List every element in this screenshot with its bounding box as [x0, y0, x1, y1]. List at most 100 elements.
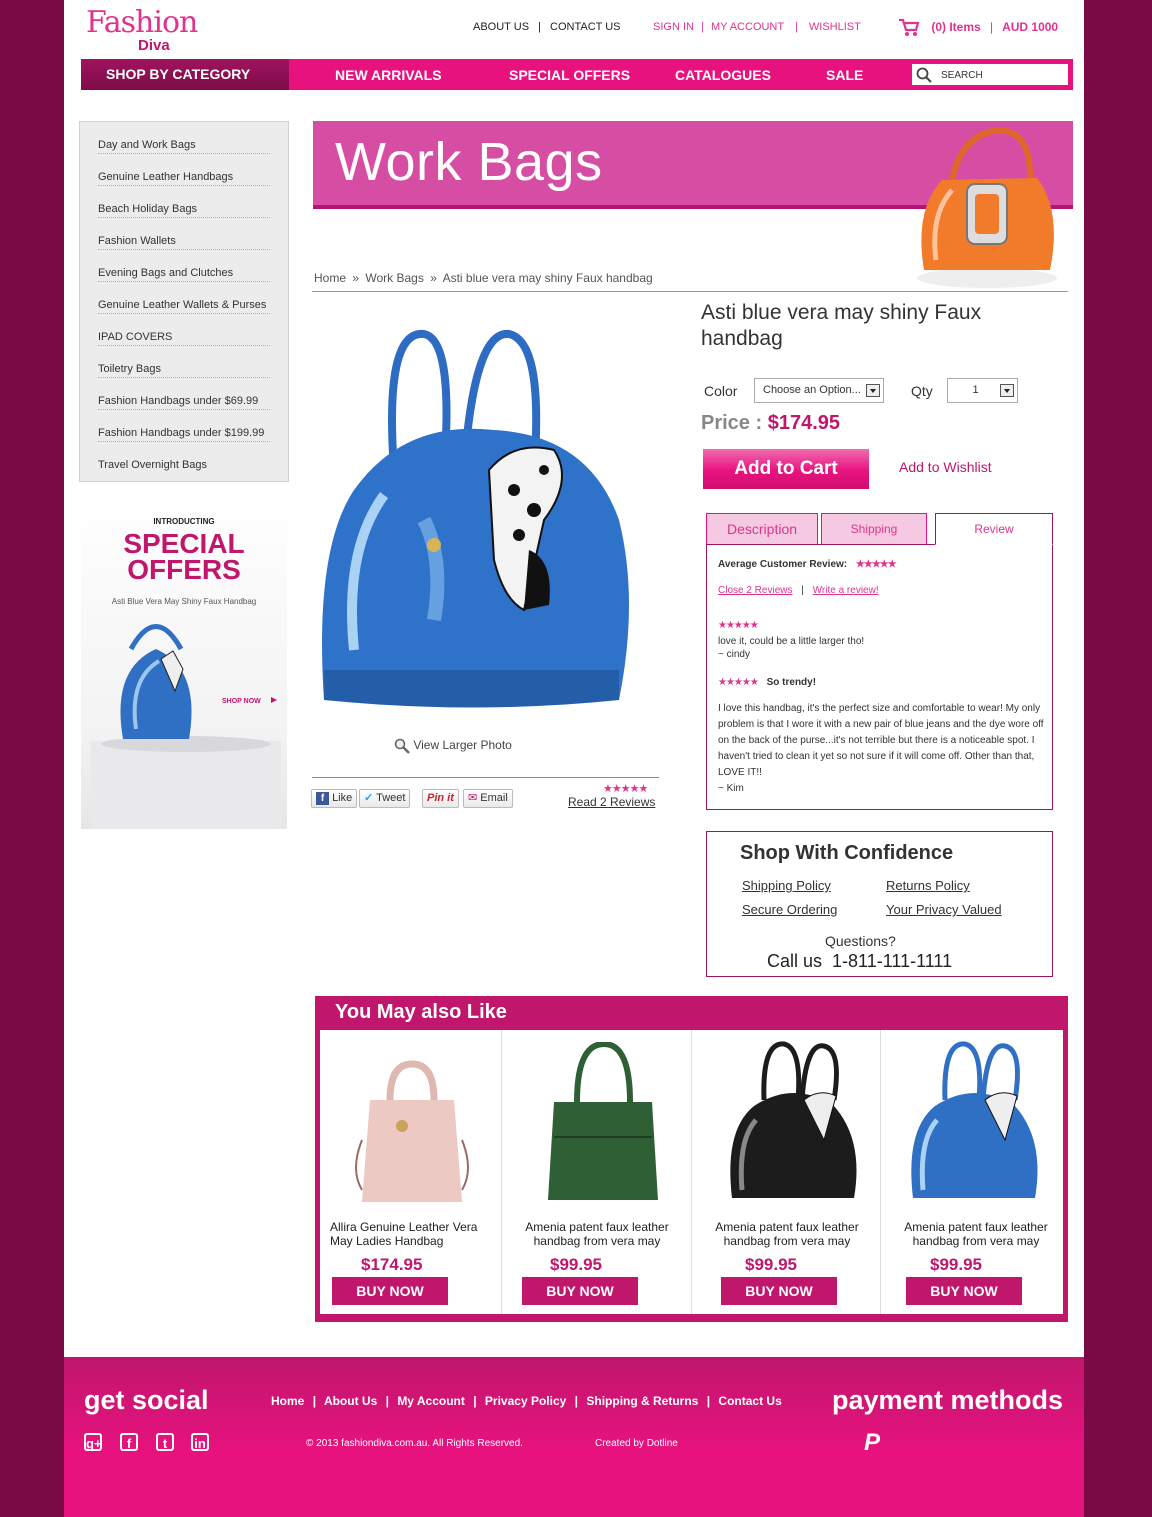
read-reviews-link[interactable]: Read 2 Reviews [568, 795, 655, 809]
email-share-button[interactable]: ✉ Email [463, 789, 513, 808]
facebook-icon[interactable]: f [120, 1433, 138, 1451]
twitter-icon[interactable]: t [156, 1433, 174, 1451]
search-input[interactable]: SEARCH [910, 62, 1070, 87]
price-label: Price : [701, 412, 763, 434]
write-review-link[interactable]: Write a review! [813, 585, 879, 596]
buy-now-button[interactable]: BUY NOW [721, 1277, 837, 1305]
separator: | [801, 585, 804, 596]
cart-items: (0) Items [931, 20, 981, 35]
breadcrumb-home[interactable]: Home [314, 271, 346, 285]
sidebar-item[interactable]: Evening Bags and Clutches [98, 250, 270, 282]
chevron-down-icon [1000, 384, 1014, 397]
site-logo[interactable]: Fashion Diva [86, 8, 198, 56]
buy-now-button[interactable]: BUY NOW [906, 1277, 1022, 1305]
top-links: ABOUT US | CONTACT US [473, 21, 621, 33]
product-card[interactable]: Amenia patent faux leather handbag from … [502, 1030, 692, 1314]
pinit-button[interactable]: Pin it [422, 789, 459, 808]
close-reviews-link[interactable]: Close 2 Reviews [718, 585, 792, 596]
separator: | [473, 1394, 477, 1408]
tab-description[interactable]: Description [706, 513, 818, 544]
contact-us-link[interactable]: CONTACT US [550, 21, 621, 33]
buy-now-button[interactable]: BUY NOW [522, 1277, 638, 1305]
footer-link-shipping[interactable]: Shipping & Returns [586, 1394, 698, 1408]
google-plus-icon[interactable]: g+ [84, 1433, 102, 1451]
search-icon[interactable] [916, 67, 932, 83]
nav-new-arrivals[interactable]: NEW ARRIVALS [335, 59, 442, 90]
rating-stars: ★★★★★ [603, 783, 648, 795]
nav-sale[interactable]: SALE [826, 59, 863, 90]
color-select[interactable]: Choose an Option... [754, 378, 884, 403]
special-offers-promo[interactable]: INTRODUCTING SPECIAL OFFERS Asti Blue Ve… [81, 495, 287, 829]
review-author: ~ Kim [718, 783, 744, 794]
sidebar-item[interactable]: IPAD COVERS [98, 314, 270, 346]
linkedin-icon[interactable]: in [191, 1433, 209, 1451]
sidebar-item[interactable]: Day and Work Bags [98, 122, 270, 154]
also-like-title: You May also Like [335, 1001, 507, 1023]
sidebar-item[interactable]: Toiletry Bags [98, 346, 270, 378]
tweet-button[interactable]: ✓ Tweet [359, 789, 411, 808]
cart-icon [899, 18, 920, 36]
wishlist-link[interactable]: WISHLIST [809, 21, 861, 33]
product-card-image [730, 1041, 857, 1198]
privacy-link[interactable]: Your Privacy Valued [886, 902, 1002, 917]
qty-value: 1 [972, 384, 979, 396]
product-card[interactable]: Allira Genuine Leather Vera May Ladies H… [320, 1030, 502, 1314]
shop-by-category-button[interactable]: SHOP BY CATEGORY [81, 59, 289, 90]
cart-total: AUD 1000 [1002, 20, 1059, 35]
footer-link-home[interactable]: Home [271, 1394, 304, 1408]
sidebar-item[interactable]: Genuine Leather Wallets & Purses [98, 282, 270, 314]
sidebar-item[interactable]: Travel Overnight Bags [98, 442, 270, 474]
footer-link-account[interactable]: My Account [397, 1394, 465, 1408]
footer: get social payment methods Home | About … [64, 1357, 1084, 1517]
footer-link-contact[interactable]: Contact Us [718, 1394, 781, 1408]
category-sidebar: Day and Work Bags Genuine Leather Handba… [79, 121, 289, 482]
nav-special-offers[interactable]: SPECIAL OFFERS [509, 59, 630, 90]
main-nav: SHOP BY CATEGORY NEW ARRIVALS SPECIAL OF… [81, 59, 1073, 90]
sidebar-item[interactable]: Genuine Leather Handbags [98, 154, 270, 186]
facebook-like-button[interactable]: f Like [311, 789, 358, 808]
color-select-value: Choose an Option... [763, 384, 861, 396]
secure-ordering-link[interactable]: Secure Ordering [742, 902, 837, 917]
divider [312, 777, 659, 778]
separator: | [706, 1394, 711, 1408]
separator: | [385, 1394, 389, 1408]
about-us-link[interactable]: ABOUT US [473, 21, 529, 33]
also-like-grid: Allira Genuine Leather Vera May Ladies H… [320, 1030, 1063, 1314]
footer-link-privacy[interactable]: Privacy Policy [485, 1394, 566, 1408]
shipping-policy-link[interactable]: Shipping Policy [742, 878, 831, 893]
product-title: Asti blue vera may shiny Faux handbag [701, 301, 982, 350]
breadcrumb-category[interactable]: Work Bags [365, 271, 423, 285]
sidebar-item[interactable]: Fashion Handbags under $199.99 [98, 410, 270, 442]
add-to-wishlist-link[interactable]: Add to Wishlist [899, 459, 992, 475]
promo-shop-now[interactable]: SHOP NOW [222, 698, 261, 705]
view-larger-link[interactable]: View Larger Photo [394, 738, 512, 754]
price-row: Price : $174.95 [701, 412, 840, 435]
tab-review[interactable]: Review [935, 513, 1053, 545]
banner-handbag-image [917, 126, 1057, 288]
payment-methods-heading: payment methods [832, 1385, 1064, 1415]
breadcrumb-sep: » [352, 271, 360, 285]
qty-select[interactable]: 1 [947, 378, 1018, 403]
zoom-icon [394, 738, 410, 754]
sidebar-item[interactable]: Fashion Handbags under $69.99 [98, 378, 270, 410]
product-card[interactable]: Amenia patent faux leather handbag from … [881, 1030, 1063, 1314]
separator: | [538, 21, 541, 33]
tab-shipping[interactable]: Shipping [821, 513, 927, 544]
cart-summary[interactable]: (0) Items | AUD 1000 [898, 18, 1058, 38]
nav-catalogues[interactable]: CATALOGUES [675, 59, 771, 90]
sign-in-link[interactable]: SIGN IN [653, 21, 694, 33]
separator: | [574, 1394, 579, 1408]
sidebar-item[interactable]: Beach Holiday Bags [98, 186, 270, 218]
product-card[interactable]: Amenia patent faux leather handbag from … [692, 1030, 881, 1314]
footer-link-about[interactable]: About Us [324, 1394, 377, 1408]
buy-now-button[interactable]: BUY NOW [332, 1277, 448, 1305]
product-image[interactable] [314, 320, 664, 730]
add-to-cart-button[interactable]: Add to Cart [703, 449, 869, 489]
get-social-heading: get social [84, 1385, 209, 1415]
review-panel: Average Customer Review: ★★★★★ Close 2 R… [706, 544, 1053, 810]
product-card-price: $174.95 [361, 1255, 423, 1274]
my-account-link[interactable]: MY ACCOUNT [711, 21, 784, 33]
review-title: So trendy! [766, 677, 817, 688]
sidebar-item[interactable]: Fashion Wallets [98, 218, 270, 250]
returns-policy-link[interactable]: Returns Policy [886, 878, 970, 893]
